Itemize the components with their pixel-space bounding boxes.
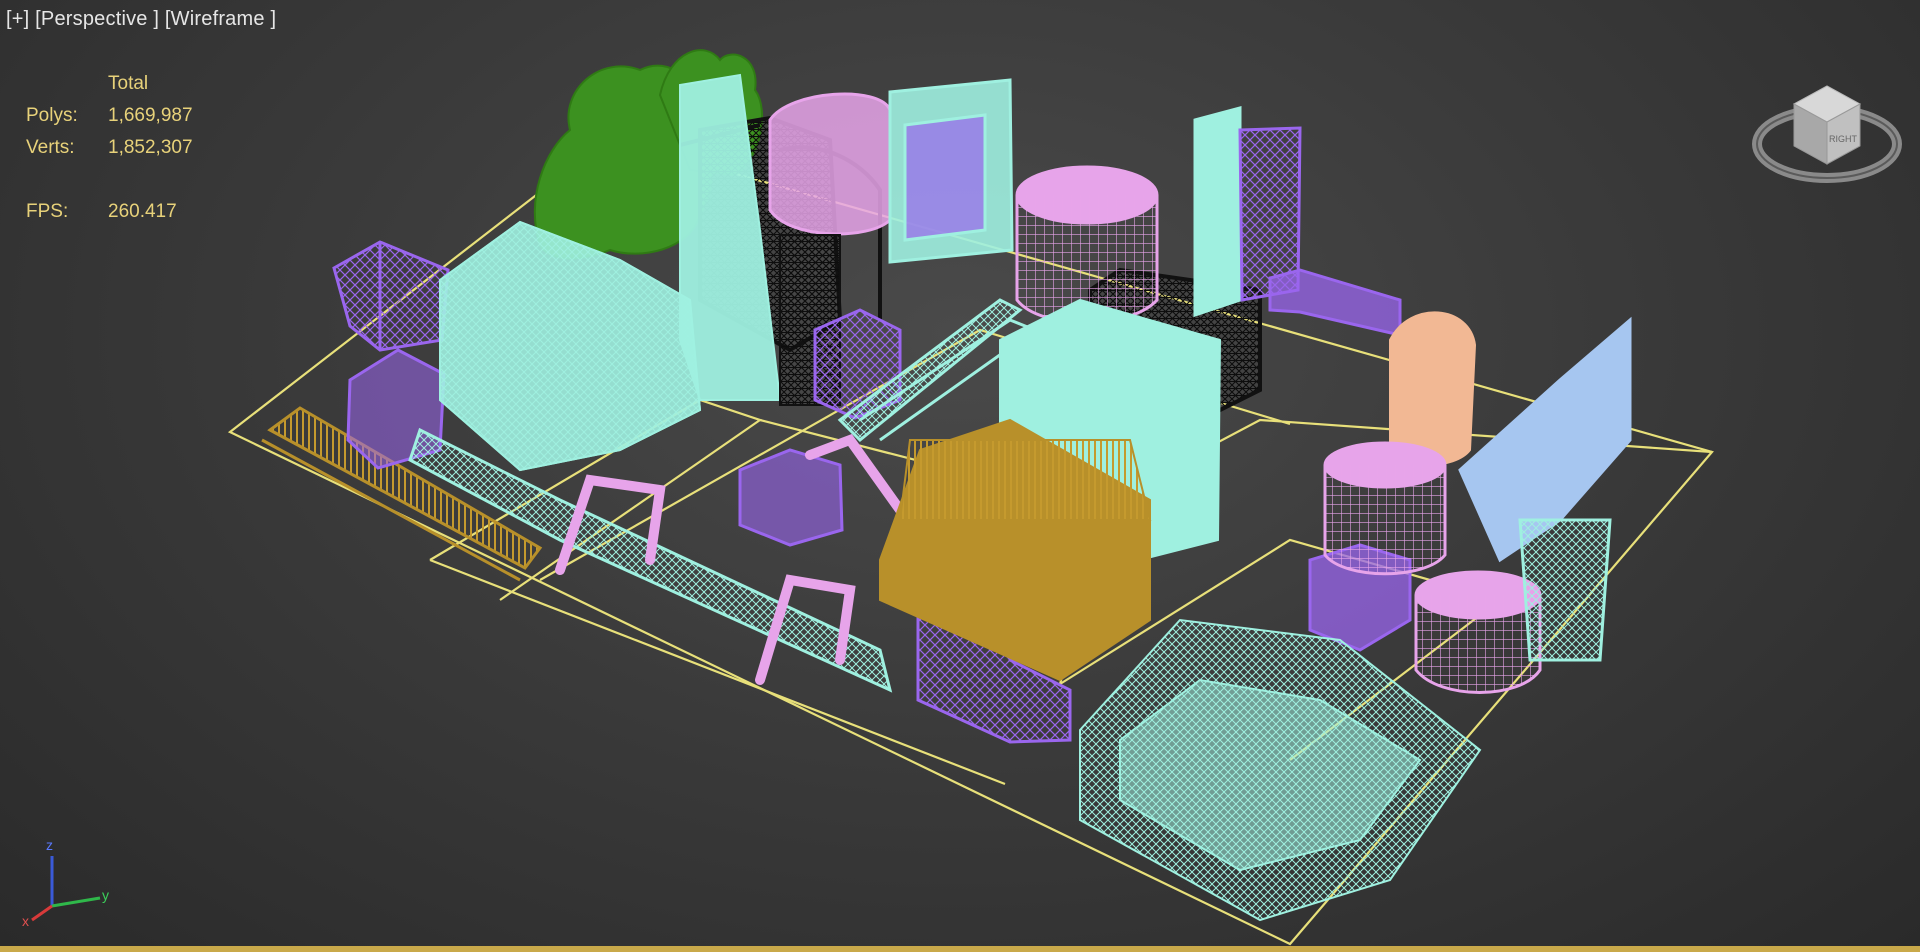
perspective-viewport[interactable]: [+] [Perspective ] [Wireframe ] Total Po… bbox=[0, 0, 1920, 946]
viewcube-face-label: RIGHT bbox=[1829, 134, 1858, 144]
viewport-plus-menu[interactable]: [+] bbox=[6, 8, 29, 30]
stats-verts-value: 1,852,307 bbox=[108, 137, 193, 158]
viewport-active-border bbox=[0, 946, 1920, 952]
stats-fps-value: 260.417 bbox=[108, 201, 177, 222]
cyan-process-unit-left[interactable] bbox=[439, 220, 702, 472]
peach-silo[interactable] bbox=[1389, 311, 1477, 466]
pink-tank-center[interactable] bbox=[1015, 165, 1159, 324]
stats-polys-value: 1,669,987 bbox=[108, 105, 193, 126]
purple-pipe-rack-right[interactable] bbox=[1268, 268, 1402, 337]
viewport-label-menu[interactable]: [+] [Perspective ] [Wireframe ] bbox=[6, 8, 276, 31]
viewport-view-menu[interactable]: [Perspective ] bbox=[35, 8, 159, 30]
pink-dome-right-2[interactable] bbox=[1414, 570, 1542, 694]
axis-z-label: z bbox=[46, 837, 53, 853]
cyan-box-back[interactable] bbox=[888, 78, 1014, 264]
stats-polys-row: Polys: 1,669,987 bbox=[26, 100, 193, 132]
statistics-overlay: Total Polys: 1,669,987 Verts: 1,852,307 … bbox=[26, 68, 193, 228]
axis-tripod-icon: z y x bbox=[22, 837, 109, 926]
stats-total-header: Total bbox=[108, 73, 149, 94]
stats-verts-row: Verts: 1,852,307 bbox=[26, 132, 193, 164]
axis-x-label: x bbox=[22, 913, 29, 926]
pink-tank-back[interactable] bbox=[768, 92, 892, 236]
stats-polys-label: Polys: bbox=[26, 105, 78, 126]
viewcube-icon[interactable]: RIGHT bbox=[1752, 64, 1902, 196]
stats-fps-row: FPS: 260.417 bbox=[26, 196, 193, 228]
wireframe-scene[interactable] bbox=[0, 0, 1920, 946]
pink-dome-right-1[interactable] bbox=[1323, 441, 1447, 576]
stats-fps-label: FPS: bbox=[26, 201, 69, 222]
viewport-shading-menu[interactable]: [Wireframe ] bbox=[165, 8, 276, 30]
stats-verts-label: Verts: bbox=[26, 137, 75, 158]
axis-y-label: y bbox=[102, 887, 109, 903]
